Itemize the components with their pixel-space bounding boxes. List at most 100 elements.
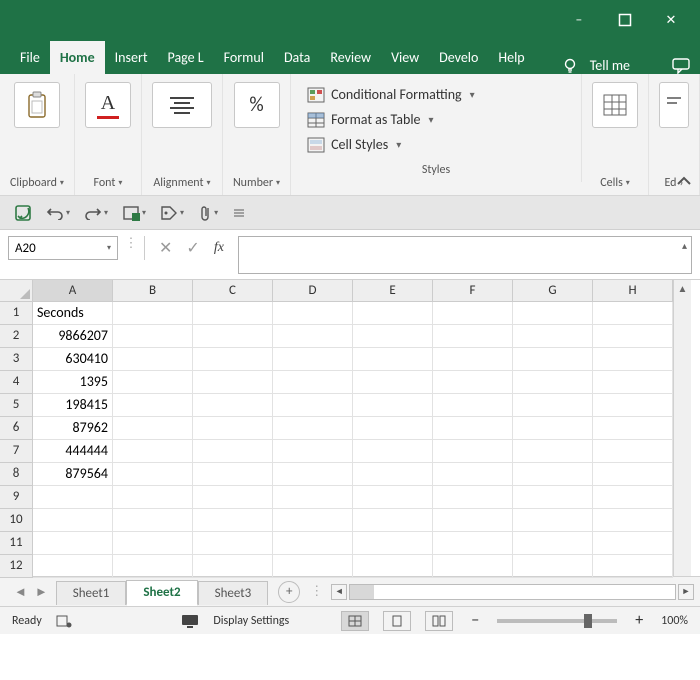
cancel-formula-button[interactable]: ✕ bbox=[159, 238, 172, 258]
qat-more-button[interactable] bbox=[232, 207, 246, 219]
cell[interactable] bbox=[513, 348, 593, 371]
cell[interactable] bbox=[593, 440, 673, 463]
cell[interactable] bbox=[353, 532, 433, 555]
cell[interactable] bbox=[33, 555, 113, 578]
cell[interactable] bbox=[113, 394, 193, 417]
close-button[interactable]: ✕ bbox=[648, 5, 694, 35]
zoom-in-button[interactable]: + bbox=[631, 611, 647, 630]
expand-formula-icon[interactable]: ▴ bbox=[682, 239, 687, 252]
cell[interactable] bbox=[113, 371, 193, 394]
view-page-layout-button[interactable] bbox=[383, 611, 411, 631]
cell[interactable] bbox=[513, 371, 593, 394]
cell[interactable] bbox=[433, 440, 513, 463]
cell[interactable] bbox=[513, 394, 593, 417]
name-box[interactable]: A20 ▾ bbox=[8, 236, 118, 260]
cell[interactable] bbox=[193, 394, 273, 417]
tab-home[interactable]: Home bbox=[50, 41, 105, 74]
row-header[interactable]: 6 bbox=[0, 417, 33, 440]
cell[interactable] bbox=[33, 532, 113, 555]
cell[interactable] bbox=[193, 371, 273, 394]
cell[interactable] bbox=[193, 440, 273, 463]
cell[interactable] bbox=[513, 532, 593, 555]
cell[interactable] bbox=[273, 440, 353, 463]
cell[interactable] bbox=[593, 371, 673, 394]
cell[interactable] bbox=[353, 325, 433, 348]
tab-file[interactable]: File bbox=[10, 41, 50, 74]
sheet-tab[interactable]: Sheet3 bbox=[198, 581, 269, 605]
tab-page-layout[interactable]: Page L bbox=[158, 41, 214, 74]
column-header[interactable]: C bbox=[193, 280, 273, 302]
row-header[interactable]: 8 bbox=[0, 463, 33, 486]
cell[interactable] bbox=[273, 348, 353, 371]
tab-insert[interactable]: Insert bbox=[105, 41, 158, 74]
cell[interactable] bbox=[513, 509, 593, 532]
cell[interactable] bbox=[113, 325, 193, 348]
cell[interactable]: 630410 bbox=[33, 348, 113, 371]
column-header[interactable]: B bbox=[113, 280, 193, 302]
row-header[interactable]: 5 bbox=[0, 394, 33, 417]
qat-new-button[interactable]: ▾ bbox=[122, 205, 146, 221]
accept-formula-button[interactable]: ✓ bbox=[186, 238, 199, 258]
cell[interactable] bbox=[593, 532, 673, 555]
select-all-button[interactable] bbox=[0, 280, 33, 302]
format-as-table-button[interactable]: Format as Table▾ bbox=[305, 107, 567, 132]
zoom-thumb[interactable] bbox=[584, 614, 592, 628]
cell[interactable] bbox=[433, 486, 513, 509]
cell[interactable] bbox=[353, 348, 433, 371]
scroll-left-icon[interactable]: ◄ bbox=[331, 584, 347, 600]
cell[interactable] bbox=[353, 394, 433, 417]
cell[interactable]: 198415 bbox=[33, 394, 113, 417]
cell[interactable] bbox=[273, 509, 353, 532]
cell[interactable] bbox=[113, 555, 193, 578]
zoom-slider[interactable] bbox=[497, 619, 617, 623]
row-header[interactable]: 2 bbox=[0, 325, 33, 348]
cell[interactable] bbox=[353, 371, 433, 394]
sheet-nav-next[interactable]: ► bbox=[35, 584, 48, 600]
undo-button[interactable]: ▾ bbox=[46, 206, 70, 220]
cell[interactable] bbox=[273, 532, 353, 555]
cell[interactable]: 9866207 bbox=[33, 325, 113, 348]
cell[interactable] bbox=[33, 486, 113, 509]
cell[interactable] bbox=[513, 325, 593, 348]
cell[interactable] bbox=[433, 371, 513, 394]
tab-review[interactable]: Review bbox=[320, 41, 381, 74]
cell[interactable] bbox=[193, 302, 273, 325]
cell[interactable] bbox=[433, 509, 513, 532]
number-button[interactable]: % bbox=[234, 82, 280, 128]
cell[interactable] bbox=[593, 348, 673, 371]
qat-attach-button[interactable]: ▾ bbox=[198, 204, 218, 222]
font-button[interactable]: A bbox=[85, 82, 131, 128]
cell[interactable] bbox=[273, 555, 353, 578]
record-macro-icon[interactable] bbox=[56, 614, 72, 628]
scroll-up-icon[interactable]: ▲ bbox=[678, 282, 688, 298]
row-header[interactable]: 4 bbox=[0, 371, 33, 394]
cell[interactable] bbox=[273, 302, 353, 325]
cell[interactable] bbox=[593, 555, 673, 578]
cell[interactable] bbox=[513, 440, 593, 463]
cell[interactable] bbox=[273, 417, 353, 440]
cell[interactable] bbox=[513, 463, 593, 486]
cell[interactable] bbox=[593, 486, 673, 509]
cells-area[interactable]: Seconds 9866207 630410 1395 198415 87962… bbox=[33, 302, 673, 578]
row-header[interactable]: 9 bbox=[0, 486, 33, 509]
cell[interactable] bbox=[513, 486, 593, 509]
cell[interactable] bbox=[353, 302, 433, 325]
cell[interactable] bbox=[353, 417, 433, 440]
column-header[interactable]: G bbox=[513, 280, 593, 302]
cell[interactable] bbox=[273, 325, 353, 348]
editing-button[interactable] bbox=[659, 82, 689, 128]
cell[interactable] bbox=[433, 302, 513, 325]
display-settings-icon[interactable] bbox=[181, 614, 199, 628]
formula-bar[interactable]: ▴ bbox=[238, 236, 692, 274]
column-header[interactable]: D bbox=[273, 280, 353, 302]
cell[interactable] bbox=[113, 532, 193, 555]
cell[interactable] bbox=[193, 486, 273, 509]
cell[interactable] bbox=[433, 532, 513, 555]
cell[interactable]: 444444 bbox=[33, 440, 113, 463]
cell[interactable] bbox=[193, 532, 273, 555]
cell[interactable] bbox=[353, 463, 433, 486]
tab-developer[interactable]: Develo bbox=[429, 41, 488, 74]
cell[interactable] bbox=[593, 463, 673, 486]
cell[interactable] bbox=[113, 486, 193, 509]
cell[interactable] bbox=[433, 555, 513, 578]
